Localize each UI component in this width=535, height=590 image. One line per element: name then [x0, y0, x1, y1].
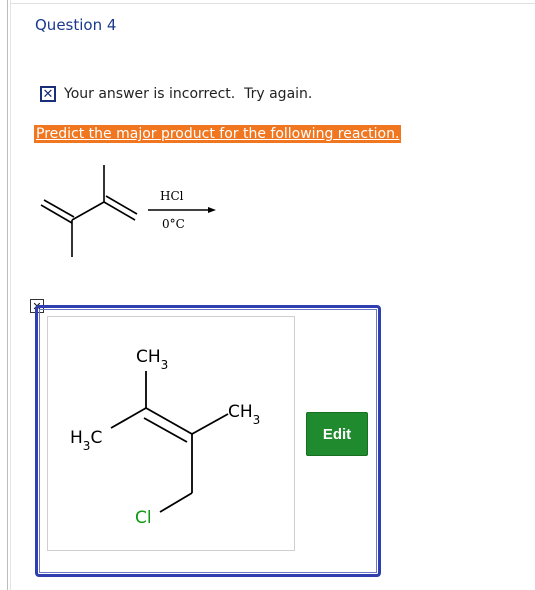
page-left-border-inner	[10, 0, 11, 590]
ch3-right-label: CH3	[228, 402, 260, 427]
page-left-border	[7, 0, 8, 590]
reagent-label: HCl	[160, 189, 184, 203]
ch3-top-label: CH3	[136, 347, 168, 372]
question-prompt: Predict the major product for the follow…	[34, 125, 402, 143]
page-top-border	[10, 3, 535, 4]
feedback-row: ✕ Your answer is incorrect. Try again.	[40, 84, 312, 104]
condition-label: 0°C	[162, 217, 185, 231]
answer-structure-canvas[interactable]: CH3 CH3 H3C Cl	[47, 316, 295, 551]
feedback-message: Your answer is incorrect. Try again.	[64, 86, 313, 102]
x-mark-icon: ✕	[40, 86, 56, 102]
answer-structure: CH3 CH3 H3C Cl	[70, 347, 260, 528]
reaction-scheme: HCl 0°C	[40, 165, 216, 257]
h3c-label: H3C	[70, 428, 102, 453]
reaction-arrowhead	[208, 207, 216, 213]
question-title: Question 4	[35, 16, 117, 34]
edit-button[interactable]: Edit	[306, 412, 368, 456]
chlorine-label: Cl	[135, 508, 152, 528]
reactant-structure	[40, 165, 138, 257]
